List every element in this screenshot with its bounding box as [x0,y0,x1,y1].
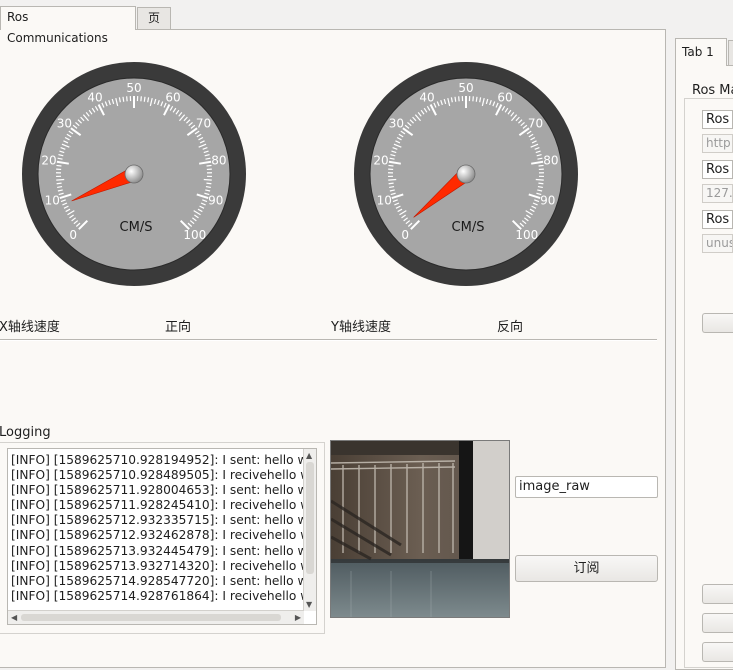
gauge-tick [455,97,456,102]
gauge-tick-label: 10 [377,194,392,208]
log-line: [INFO] [1589625713.932445479]: I sent: h… [11,544,304,559]
ros-ip-input[interactable]: 127.0 [702,184,733,203]
tab-label: 页 [148,11,160,25]
log-line: [INFO] [1589625713.932714320]: I reciveh… [11,559,304,574]
log-horizontal-scrollbar[interactable]: ◀ ▶ [8,610,304,624]
gauge-tick-label: 0 [69,228,77,242]
gauge-tick-label: 100 [515,228,538,242]
log-line: [INFO] [1589625712.932462878]: I reciveh… [11,528,304,543]
log-line: [INFO] [1589625711.928004653]: I sent: h… [11,483,304,498]
scroll-thumb[interactable] [306,462,314,574]
gauge-tick-label: 80 [543,154,558,168]
speed-gauge-x: 0 10 20 30 40 50 60 70 80 90 100 CM/S [20,62,248,288]
gauge-tick [476,97,477,102]
gauge-tick-label: 60 [497,90,512,104]
ros-ip-label: Ros [702,160,733,179]
gauge-tick [388,179,396,180]
gauge-tick [204,179,212,180]
tab-label: Ros Communications [7,10,108,45]
gauge-tick [56,165,61,166]
gauge-x-group: 0 10 20 30 40 50 60 70 80 90 100 CM/S [22,62,246,286]
gauge-y-group: 0 10 20 30 40 50 60 70 80 90 100 CM/S [354,62,578,286]
gauge-tick-label: 20 [373,154,388,168]
speed-gauge-y: 0 10 20 30 40 50 60 70 80 90 100 CM/S [352,62,580,288]
camera-image-view [330,440,510,618]
x-direction-label: 正向 [165,316,191,335]
gauge-unit-label: CM/S [452,220,485,235]
gauge-tick-label: 90 [540,194,555,208]
scroll-up-icon[interactable]: ▲ [306,451,312,460]
log-vertical-scrollbar[interactable]: ▲ ▼ [303,449,316,611]
gauge-tick [56,179,64,180]
right-panel-button-1[interactable] [702,313,733,333]
gauge-tick [538,187,543,188]
gauge-tick [206,187,211,188]
tab-1[interactable]: Tab 1 [675,38,727,66]
h-scroll-thumb[interactable] [21,614,281,621]
gauge-tick-label: 70 [196,116,211,130]
log-lines: [INFO] [1589625710.928194952]: I sent: h… [11,453,304,604]
right-panel-button-4[interactable] [702,642,733,662]
log-line: [INFO] [1589625712.932335715]: I sent: h… [11,513,304,528]
gauge-tick [536,179,544,180]
gauge-tick-label: 50 [458,81,473,95]
scroll-right-icon[interactable]: ▶ [295,613,301,622]
scroll-left-icon[interactable]: ◀ [11,613,17,622]
gauge-tick-label: 90 [208,194,223,208]
gauge-tick [206,183,211,184]
gauge-tick-label: 20 [41,154,56,168]
log-line: [INFO] [1589625714.928547720]: I sent: h… [11,574,304,589]
tab-page[interactable]: 页 [137,7,171,29]
gauge-tick-label: 80 [211,154,226,168]
ros-master-url-label: Ros [702,110,733,129]
gauge-tick [57,183,62,184]
log-line: [INFO] [1589625714.928761864]: I reciveh… [11,589,304,604]
log-line: [INFO] [1589625711.928245410]: I reciveh… [11,498,304,513]
subscribe-button-label: 订阅 [573,561,599,576]
gauge-hub [457,165,475,183]
y-direction-label: 反向 [497,316,523,335]
logging-title: Logging [0,425,51,440]
topic-input[interactable]: image_raw [515,476,658,498]
subscribe-button[interactable]: 订阅 [515,555,658,582]
gauge-tick-label: 40 [419,90,434,104]
gauge-tick-label: 0 [401,228,409,242]
log-line: [INFO] [1589625710.928194952]: I sent: h… [11,453,304,468]
ros-hostname-input[interactable]: unus [702,234,733,253]
gauge-tick-label: 100 [183,228,206,242]
gauge-tick [389,187,394,188]
gauge-tick-label: 10 [45,194,60,208]
ros-hostname-label: Ros [702,210,733,229]
right-panel-button-3[interactable] [702,613,733,633]
tab-1-label: Tab 1 [682,45,714,59]
x-speed-label: X轴线速度 [0,316,60,335]
gauge-tick-label: 50 [126,81,141,95]
log-view[interactable]: [INFO] [1589625710.928194952]: I sent: h… [7,448,317,625]
gauge-tick-label: 60 [165,90,180,104]
tab-ros-communications[interactable]: Ros Communications [0,6,136,30]
gauge-tick-label: 30 [57,116,72,130]
gauge-tick [389,183,394,184]
gauge-tick [57,187,62,188]
gauge-tick-label: 40 [87,90,102,104]
gauge-tick-label: 70 [528,116,543,130]
gauge-tick [388,165,393,166]
horizontal-divider [0,339,657,341]
y-speed-label: Y轴线速度 [331,316,391,335]
gauge-tick [144,97,145,102]
tab-2[interactable] [728,40,733,66]
gauge-unit-label: CM/S [120,220,153,235]
right-panel-button-2[interactable] [702,584,733,604]
scroll-down-icon[interactable]: ▼ [306,600,312,609]
log-line: [INFO] [1589625710.928489505]: I reciveh… [11,468,304,483]
gauge-hub [125,165,143,183]
gauge-tick [538,183,543,184]
ros-master-url-input[interactable]: http: [702,134,733,153]
gauge-tick-label: 30 [389,116,404,130]
ros-master-group-title: Ros Ma [692,83,733,98]
gauge-tick [123,97,124,102]
